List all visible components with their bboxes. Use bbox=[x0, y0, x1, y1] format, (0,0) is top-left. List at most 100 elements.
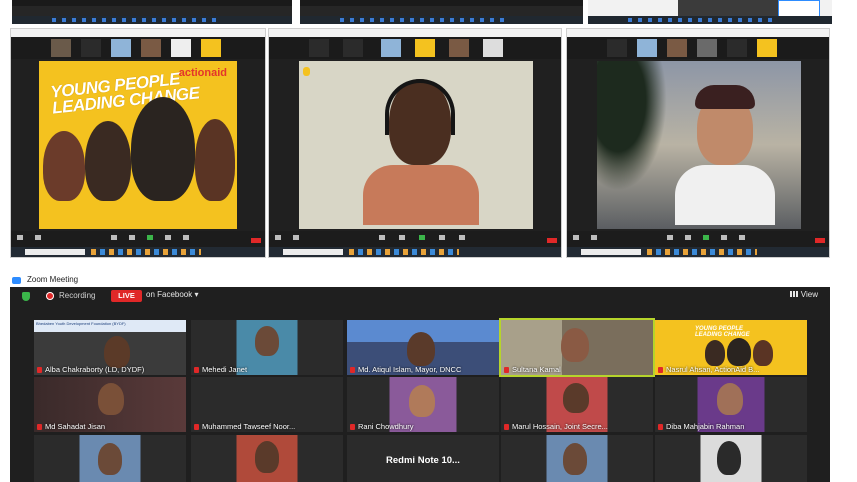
record-icon[interactable] bbox=[165, 235, 171, 240]
speaker-hair bbox=[695, 85, 755, 109]
chat-icon[interactable] bbox=[685, 235, 691, 240]
participant-face bbox=[717, 441, 741, 475]
reactions-icon[interactable] bbox=[739, 235, 745, 240]
participant-thumbnail bbox=[343, 39, 363, 57]
participant-thumbnail bbox=[201, 39, 221, 57]
live-target-label: on Facebook bbox=[146, 290, 193, 299]
participant-tile[interactable] bbox=[501, 435, 653, 482]
participant-name: Sultana Kamal bbox=[504, 365, 561, 374]
mute-icon[interactable] bbox=[275, 235, 281, 240]
video-icon[interactable] bbox=[591, 235, 597, 240]
record-icon[interactable] bbox=[439, 235, 445, 240]
participant-name: Diba Mahjabin Rahman bbox=[658, 422, 744, 431]
share-icon[interactable] bbox=[147, 235, 153, 240]
video-icon[interactable] bbox=[293, 235, 299, 240]
poster-headline-line2: LEADING CHANGE bbox=[695, 332, 750, 338]
participants-icon[interactable] bbox=[379, 235, 385, 240]
gallery-strip bbox=[269, 37, 561, 59]
zoom-logo-icon bbox=[12, 277, 21, 284]
chevron-down-icon: ▾ bbox=[194, 290, 199, 299]
participant-name-text: Nasrul Ahsan, ActionAid B... bbox=[666, 365, 760, 374]
reactions-icon[interactable] bbox=[183, 235, 189, 240]
zoom-toolbar bbox=[300, 6, 583, 16]
participant-tile[interactable]: Bhedaben Youth Development Foundation (B… bbox=[34, 320, 186, 375]
end-button[interactable] bbox=[815, 238, 825, 243]
share-icon[interactable] bbox=[419, 235, 425, 240]
windows-taskbar bbox=[269, 247, 561, 257]
windows-taskbar bbox=[12, 16, 292, 24]
participant-name-text: Md. Atiqul Islam, Mayor, DNCC bbox=[358, 365, 462, 374]
gallery-grid-icon bbox=[789, 291, 798, 297]
participant-tile[interactable]: Redmi Note 10... bbox=[347, 435, 499, 482]
participant-face bbox=[563, 383, 589, 413]
participant-name-text: Sultana Kamal bbox=[512, 365, 561, 374]
participant-tile[interactable]: Diba Mahjabin Rahman bbox=[655, 377, 807, 432]
participant-name-text: Marul Hossain, Joint Secre... bbox=[512, 422, 608, 431]
taskbar-icons bbox=[340, 18, 510, 22]
reactions-icon[interactable] bbox=[459, 235, 465, 240]
share-icon[interactable] bbox=[703, 235, 709, 240]
participant-tile[interactable]: Md. Atiqul Islam, Mayor, DNCC bbox=[347, 320, 499, 375]
screenshot-speaker-palm bbox=[566, 28, 830, 258]
live-target-dropdown[interactable]: on Facebook ▾ bbox=[146, 290, 199, 299]
end-button[interactable] bbox=[547, 238, 557, 243]
participant-name-text: Alba Chakraborty (LD, DYDF) bbox=[45, 365, 145, 374]
window-titlebar bbox=[11, 29, 265, 37]
muted-mic-icon bbox=[658, 424, 663, 430]
participant-name-text: Diba Mahjabin Rahman bbox=[666, 422, 745, 431]
participant-thumbnail bbox=[171, 39, 191, 57]
participant-name-text: Rani Chowdhury bbox=[358, 422, 414, 431]
video-icon[interactable] bbox=[35, 235, 41, 240]
participant-tile[interactable]: Rani Chowdhury bbox=[347, 377, 499, 432]
participants-icon[interactable] bbox=[667, 235, 673, 240]
participant-thumbnail bbox=[483, 39, 503, 57]
participant-tile[interactable]: Marul Hossain, Joint Secre... bbox=[501, 377, 653, 432]
participant-thumbnail bbox=[51, 39, 71, 57]
person-photo bbox=[43, 131, 85, 201]
chat-icon[interactable] bbox=[399, 235, 405, 240]
taskbar-search[interactable] bbox=[581, 249, 641, 255]
person-photo bbox=[753, 340, 773, 366]
participant-face bbox=[561, 328, 589, 362]
person-photo bbox=[727, 338, 751, 366]
participant-face bbox=[98, 443, 122, 475]
participants-icon[interactable] bbox=[111, 235, 117, 240]
participant-face bbox=[717, 383, 743, 415]
speaker-shirt bbox=[675, 165, 775, 225]
muted-mic-icon bbox=[194, 367, 199, 373]
record-icon[interactable] bbox=[721, 235, 727, 240]
gallery-strip bbox=[11, 37, 265, 59]
participant-tile[interactable]: Mehedi Janet bbox=[191, 320, 343, 375]
top-screenshot-middle bbox=[300, 0, 583, 24]
screenshot-speaker-headphones bbox=[268, 28, 562, 258]
live-badge: LIVE bbox=[111, 290, 142, 302]
muted-mic-icon bbox=[37, 367, 42, 373]
participant-tile[interactable]: Muhammed Tawseef Noor... bbox=[191, 377, 343, 432]
participant-tile[interactable]: YOUNG PEOPLE LEADING CHANGE Nasrul Ahsan… bbox=[655, 320, 807, 375]
participant-tile[interactable] bbox=[655, 435, 807, 482]
mute-icon[interactable] bbox=[573, 235, 579, 240]
end-button[interactable] bbox=[251, 238, 261, 243]
participant-tile[interactable] bbox=[34, 435, 186, 482]
hand-raise-icon bbox=[303, 67, 310, 76]
view-button[interactable]: View bbox=[789, 290, 818, 299]
participant-thumbnail bbox=[727, 39, 747, 57]
muted-mic-icon bbox=[350, 367, 355, 373]
participant-tile[interactable] bbox=[191, 435, 343, 482]
chat-icon[interactable] bbox=[129, 235, 135, 240]
zoom-top-bar: Recording LIVE on Facebook ▾ View bbox=[10, 287, 830, 305]
security-shield-icon[interactable] bbox=[22, 292, 30, 301]
participant-name: Mehedi Janet bbox=[194, 365, 247, 374]
taskbar-search[interactable] bbox=[25, 249, 85, 255]
recording-label: Recording bbox=[59, 291, 96, 300]
mute-icon[interactable] bbox=[17, 235, 23, 240]
speaker-video bbox=[597, 61, 801, 229]
participant-tile[interactable]: Md Sahadat Jisan bbox=[34, 377, 186, 432]
participant-thumbnail bbox=[381, 39, 401, 57]
person-photo bbox=[195, 119, 235, 201]
taskbar-search[interactable] bbox=[283, 249, 343, 255]
top-screenshot-left bbox=[12, 0, 292, 24]
participant-tile-active-speaker[interactable]: Sultana Kamal bbox=[499, 318, 655, 377]
participant-thumbnail bbox=[697, 39, 717, 57]
record-icon bbox=[46, 292, 54, 300]
